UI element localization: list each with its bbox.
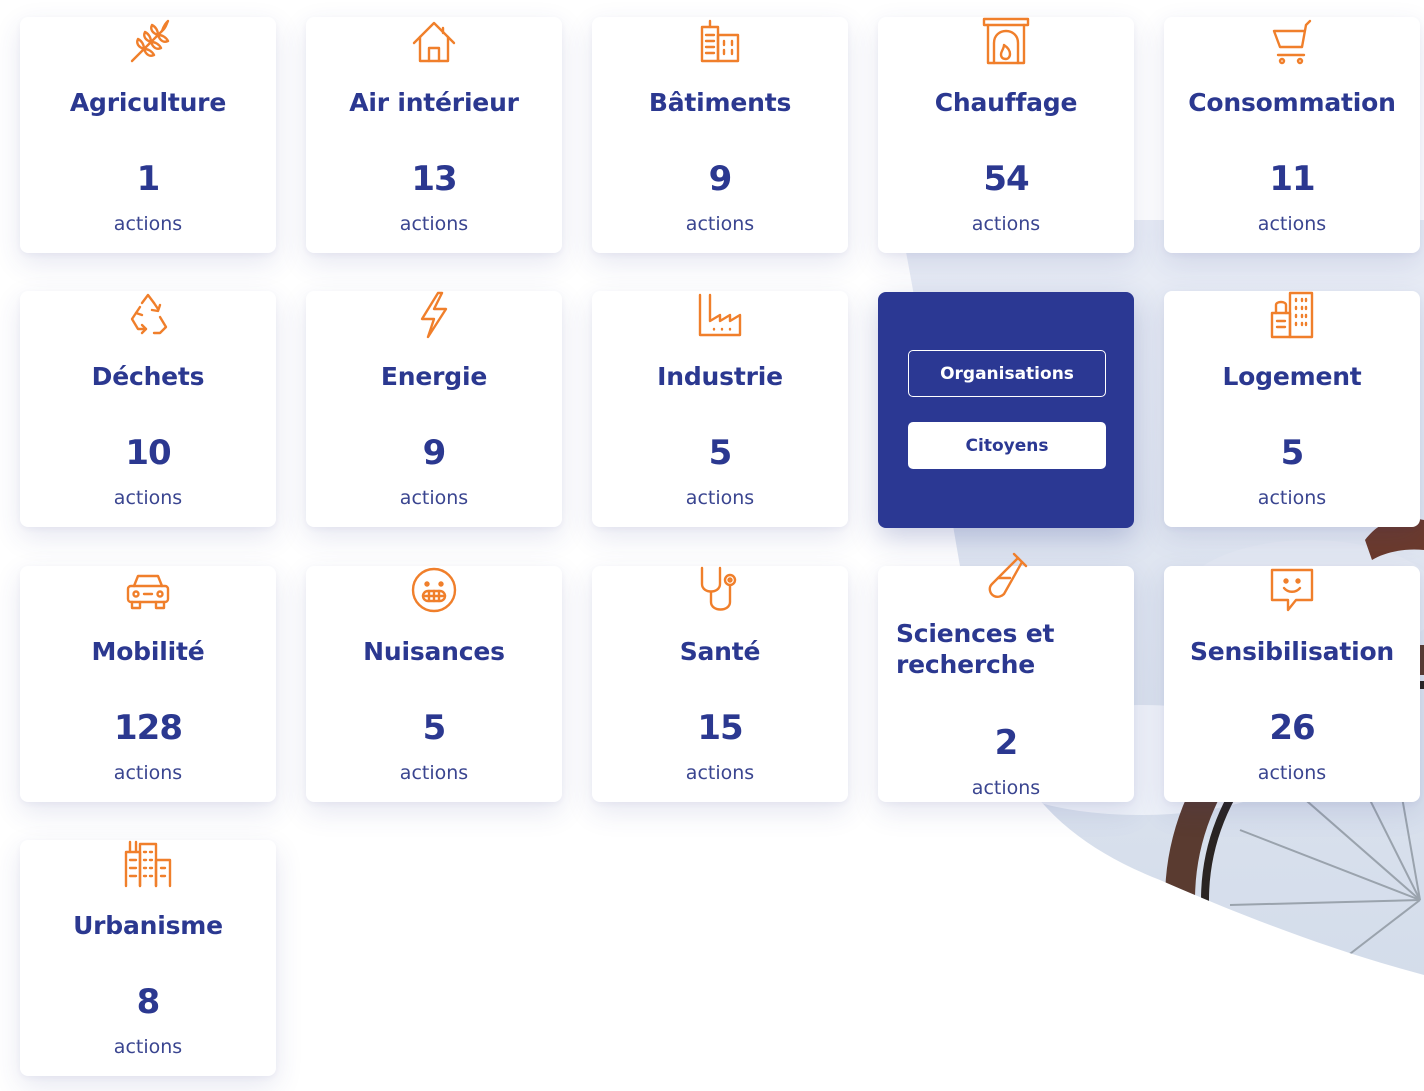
action-unit-label: actions [685, 762, 755, 784]
car-icon [122, 566, 174, 618]
lightning-icon [408, 291, 460, 343]
fireplace-icon [980, 17, 1032, 69]
category-title: Air intérieur [349, 88, 519, 117]
category-card-energie[interactable]: Energie 9 actions [306, 291, 562, 527]
category-title: Logement [1222, 362, 1362, 391]
action-count: 13 [411, 159, 457, 199]
buildings-icon [694, 17, 746, 69]
action-count: 5 [1280, 433, 1305, 473]
category-card-chauffage[interactable]: Chauffage 54 actions [878, 17, 1134, 253]
category-card-sensibilisation[interactable]: Sensibilisation 26 actions [1164, 566, 1420, 802]
recycle-icon [122, 291, 174, 343]
category-card-consommation[interactable]: Consommation 11 actions [1164, 17, 1420, 253]
category-title: Santé [679, 637, 761, 666]
category-title: Mobilité [91, 637, 205, 666]
action-unit-label: actions [399, 213, 469, 235]
action-unit-label: actions [1257, 762, 1327, 784]
category-card-industrie[interactable]: Industrie 5 actions [592, 291, 848, 527]
category-title: Bâtiments [648, 88, 792, 117]
category-card-sciences-et-recherche[interactable]: Sciences et recherche 2 actions [878, 552, 1134, 802]
grimace-face-icon [408, 566, 460, 618]
category-title: Agriculture [69, 88, 227, 117]
category-title: Sciences et recherche [896, 619, 1055, 679]
audience-menu-card: Organisations Citoyens [878, 292, 1134, 528]
house-icon [408, 17, 460, 69]
category-card-dechets[interactable]: Déchets 10 actions [20, 291, 276, 527]
city-icon [122, 840, 174, 892]
wheat-icon [122, 17, 174, 69]
category-card-mobilite[interactable]: Mobilité 128 actions [20, 566, 276, 802]
category-card-nuisances[interactable]: Nuisances 5 actions [306, 566, 562, 802]
action-count: 5 [422, 708, 447, 748]
action-unit-label: actions [399, 762, 469, 784]
action-unit-label: actions [971, 777, 1041, 799]
action-unit-label: actions [113, 487, 183, 509]
citoyens-button[interactable]: Citoyens [908, 422, 1106, 469]
action-unit-label: actions [685, 487, 755, 509]
organisations-button[interactable]: Organisations [908, 350, 1106, 397]
action-unit-label: actions [1257, 213, 1327, 235]
action-unit-label: actions [971, 213, 1041, 235]
speech-bubble-smile-icon [1266, 566, 1318, 618]
category-title: Energie [380, 362, 488, 391]
factory-icon [694, 291, 746, 343]
category-title: Déchets [91, 362, 205, 391]
action-count: 11 [1269, 159, 1315, 199]
category-card-sante[interactable]: Santé 15 actions [592, 566, 848, 802]
category-title: Urbanisme [73, 911, 223, 940]
action-unit-label: actions [113, 1036, 183, 1058]
shopping-cart-icon [1266, 17, 1318, 69]
action-count: 9 [708, 159, 733, 199]
action-count: 8 [136, 982, 161, 1022]
category-card-batiments[interactable]: Bâtiments 9 actions [592, 17, 848, 253]
category-card-agriculture[interactable]: Agriculture 1 actions [20, 17, 276, 253]
category-card-urbanisme[interactable]: Urbanisme 8 actions [20, 840, 276, 1076]
apartment-icon [1266, 291, 1318, 343]
action-count: 10 [125, 433, 171, 473]
category-title: Nuisances [363, 637, 505, 666]
category-title: Industrie [657, 362, 783, 391]
category-title: Consommation [1188, 88, 1396, 117]
action-count: 15 [697, 708, 743, 748]
action-unit-label: actions [685, 213, 755, 235]
action-count: 26 [1269, 708, 1315, 748]
action-count: 54 [983, 159, 1029, 199]
action-unit-label: actions [113, 762, 183, 784]
category-title: Chauffage [934, 88, 1078, 117]
test-tube-icon [980, 550, 1032, 602]
category-title: Sensibilisation [1189, 637, 1395, 666]
action-count: 128 [114, 708, 183, 748]
action-unit-label: actions [113, 213, 183, 235]
stethoscope-icon [694, 566, 746, 618]
action-count: 1 [136, 159, 161, 199]
action-unit-label: actions [1257, 487, 1327, 509]
category-card-logement[interactable]: Logement 5 actions [1164, 291, 1420, 527]
action-unit-label: actions [399, 487, 469, 509]
action-count: 2 [994, 723, 1019, 763]
category-card-air-interieur[interactable]: Air intérieur 13 actions [306, 17, 562, 253]
action-count: 9 [422, 433, 447, 473]
action-count: 5 [708, 433, 733, 473]
